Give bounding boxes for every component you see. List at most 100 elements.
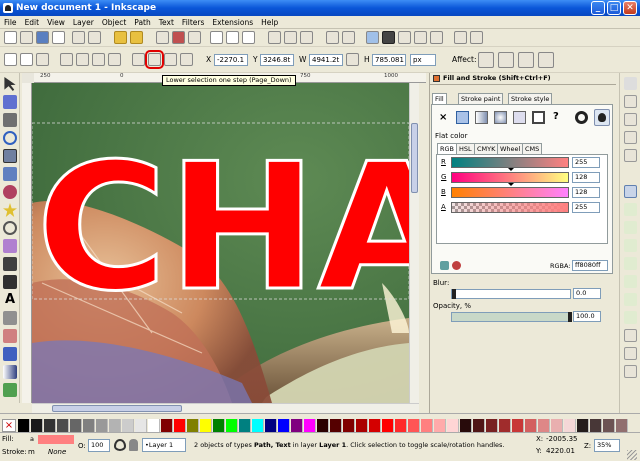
lower-selection-icon[interactable] (145, 50, 164, 69)
text-tool-icon[interactable]: A (3, 293, 17, 307)
palette-swatch[interactable] (382, 419, 394, 432)
palette-swatch[interactable] (96, 419, 108, 432)
palette-swatch[interactable] (525, 419, 537, 432)
menu-extensions[interactable]: Extensions (208, 16, 257, 29)
canvas-text[interactable]: CHA (35, 126, 410, 332)
tab-hsl[interactable]: HSL (456, 143, 475, 154)
palette-swatch[interactable] (70, 419, 82, 432)
undo-icon[interactable] (114, 31, 127, 44)
deselect-icon[interactable] (36, 53, 49, 66)
selector-tool-icon[interactable] (4, 77, 16, 91)
duplicate-icon[interactable] (268, 31, 281, 44)
palette-swatch[interactable] (304, 419, 316, 432)
palette-swatch[interactable] (356, 419, 368, 432)
menu-edit[interactable]: Edit (21, 16, 44, 29)
resize-grip-icon[interactable] (627, 450, 637, 460)
palette-swatch[interactable] (265, 419, 277, 432)
snap-rotation-center-icon[interactable] (624, 311, 637, 324)
h-input[interactable]: 785.081 (372, 54, 406, 66)
palette-swatch[interactable] (57, 419, 69, 432)
spiral-tool-icon[interactable] (3, 221, 17, 235)
y-input[interactable]: 3246.8t (260, 54, 294, 66)
palette-swatch[interactable] (278, 419, 290, 432)
lock-ratio-icon[interactable] (346, 53, 359, 66)
ellipse-tool-icon[interactable] (3, 185, 17, 199)
fill-stroke-icon[interactable] (366, 31, 379, 44)
snap-bbox-midpoint-icon[interactable] (624, 149, 637, 162)
menu-help[interactable]: Help (257, 16, 282, 29)
spray-tool-icon[interactable] (3, 311, 17, 325)
rotate-cw-icon[interactable] (76, 53, 89, 66)
affect-gradients-icon[interactable] (518, 52, 534, 68)
palette-none-swatch[interactable]: × (2, 419, 16, 432)
palette-swatch[interactable] (252, 419, 264, 432)
alpha-slider[interactable] (451, 202, 569, 213)
palette-swatch[interactable] (395, 419, 407, 432)
evenodd-fill-icon[interactable] (575, 111, 588, 124)
document-properties-icon[interactable] (470, 31, 483, 44)
node-tool-icon[interactable] (3, 95, 17, 109)
blur-slider-handle[interactable] (452, 289, 456, 299)
palette-swatch[interactable] (512, 419, 524, 432)
palette-swatch[interactable] (434, 419, 446, 432)
palette-swatch[interactable] (590, 419, 602, 432)
palette-swatch[interactable] (161, 419, 173, 432)
palette-swatch[interactable] (18, 419, 30, 432)
flip-horizontal-icon[interactable] (92, 53, 105, 66)
status-stroke-swatch[interactable]: None (48, 448, 66, 456)
palette-swatch[interactable] (486, 419, 498, 432)
palette-swatch[interactable] (538, 419, 550, 432)
menu-view[interactable]: View (43, 16, 69, 29)
menu-layer[interactable]: Layer (69, 16, 98, 29)
calligraphy-tool-icon[interactable] (3, 275, 17, 289)
horizontal-scrollbar[interactable] (32, 403, 419, 413)
new-document-icon[interactable] (4, 31, 17, 44)
no-paint-icon[interactable]: × (439, 112, 447, 123)
palette-swatch[interactable] (577, 419, 589, 432)
tab-cmyk[interactable]: CMYK (474, 143, 499, 154)
tweak-tool-icon[interactable] (3, 113, 17, 127)
zoom-drawing-icon[interactable] (226, 31, 239, 44)
3d-box-tool-icon[interactable] (3, 167, 17, 181)
color-picker-icon[interactable] (440, 261, 449, 270)
ungroup-icon[interactable] (342, 31, 355, 44)
menu-text[interactable]: Text (155, 16, 178, 29)
palette-swatch[interactable] (187, 419, 199, 432)
export-icon[interactable] (88, 31, 101, 44)
status-fill-swatch[interactable] (38, 435, 74, 444)
raise-to-top-icon[interactable] (180, 53, 193, 66)
palette-swatch[interactable] (369, 419, 381, 432)
palette-swatch[interactable] (31, 419, 43, 432)
palette-swatch[interactable] (213, 419, 225, 432)
nonzero-fill-button[interactable] (594, 109, 610, 126)
blur-input[interactable]: 0.0 (573, 288, 601, 299)
alpha-value-input[interactable]: 255 (572, 202, 600, 213)
affect-stroke-icon[interactable] (478, 52, 494, 68)
palette-swatch[interactable] (109, 419, 121, 432)
palette-swatch[interactable] (499, 419, 511, 432)
canvas[interactable]: CHA (32, 83, 409, 403)
select-all-layers-icon[interactable] (20, 53, 33, 66)
snap-toggle-icon[interactable] (624, 77, 637, 90)
unit-select[interactable]: px (410, 54, 436, 66)
cut-icon[interactable] (172, 31, 185, 44)
palette-swatch[interactable] (343, 419, 355, 432)
group-icon[interactable] (326, 31, 339, 44)
snap-path-intersection-icon[interactable] (624, 221, 637, 234)
palette-swatch[interactable] (330, 419, 342, 432)
zoom-input[interactable]: 35% (594, 439, 620, 452)
zoom-tool-icon[interactable] (3, 131, 17, 145)
palette-swatch[interactable] (239, 419, 251, 432)
w-input[interactable]: 4941.2t (309, 54, 343, 66)
menu-path[interactable]: Path (130, 16, 154, 29)
snap-cusp-nodes-icon[interactable] (624, 239, 637, 252)
tab-wheel[interactable]: Wheel (497, 143, 524, 154)
snap-midpoints-icon[interactable] (624, 275, 637, 288)
save-icon[interactable] (36, 31, 49, 44)
open-icon[interactable] (20, 31, 33, 44)
clone-icon[interactable] (284, 31, 297, 44)
copy-icon[interactable] (156, 31, 169, 44)
dropper-tool-icon[interactable] (3, 383, 17, 397)
palette-swatch[interactable] (291, 419, 303, 432)
rotate-ccw-icon[interactable] (60, 53, 73, 66)
